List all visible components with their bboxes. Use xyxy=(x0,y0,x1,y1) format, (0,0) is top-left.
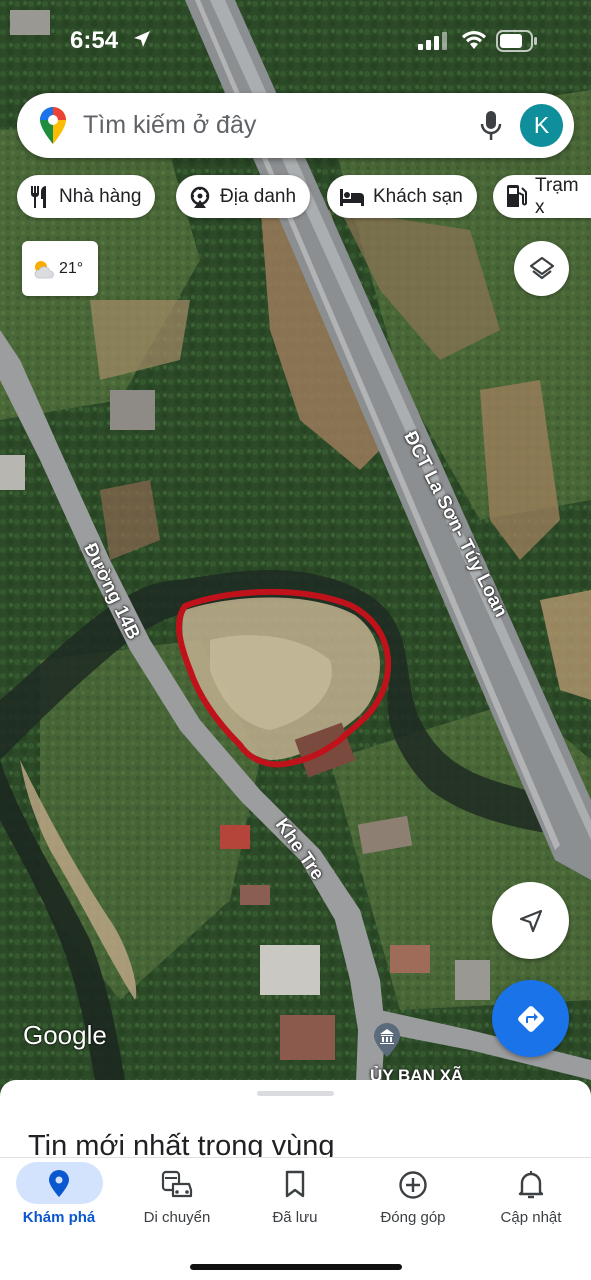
tab-saved[interactable]: Đã lưu xyxy=(236,1158,354,1238)
directions-icon xyxy=(517,1005,544,1032)
my-location-button[interactable] xyxy=(492,882,569,959)
navigation-arrow-icon xyxy=(519,909,542,932)
search-input[interactable]: Tìm kiếm ở đây xyxy=(83,111,256,140)
google-attribution: Google xyxy=(23,1020,107,1050)
partly-sunny-icon xyxy=(34,260,54,278)
microphone-icon[interactable] xyxy=(479,110,503,142)
tab-commute[interactable]: Di chuyển xyxy=(118,1158,236,1238)
gas-station-icon xyxy=(505,184,527,209)
chip-restaurants[interactable]: Nhà hàng xyxy=(17,175,156,218)
commute-icon xyxy=(161,1170,193,1198)
bed-icon xyxy=(339,187,365,207)
chip-label: Trạm x xyxy=(535,174,579,218)
bottom-sheet[interactable]: Tin mới nhất trong vùng xyxy=(0,1080,591,1160)
tab-label: Đóng góp xyxy=(380,1209,446,1226)
landmark-icon xyxy=(188,185,212,209)
chip-label: Khách sạn xyxy=(373,185,463,207)
location-arrow-icon xyxy=(134,31,150,47)
layers-icon xyxy=(529,256,554,279)
chip-label: Địa danh xyxy=(220,185,297,207)
sheet-title: Tin mới nhất trong vùng xyxy=(28,1130,335,1160)
weather-temperature: 21° xyxy=(59,259,84,277)
status-bar: 6:54 xyxy=(0,0,591,80)
tab-updates[interactable]: Cập nhật xyxy=(472,1158,590,1238)
directions-button[interactable] xyxy=(492,980,569,1057)
tab-contribute[interactable]: Đóng góp xyxy=(354,1158,472,1238)
status-time: 6:54 xyxy=(70,27,119,54)
tab-label: Đã lưu xyxy=(272,1209,318,1226)
location-pin-icon xyxy=(49,1170,69,1197)
sheet-drag-handle[interactable] xyxy=(257,1091,334,1096)
chip-hotels[interactable]: Khách sạn xyxy=(327,175,477,218)
chip-landmarks[interactable]: Địa danh xyxy=(176,175,311,218)
layers-button[interactable] xyxy=(514,241,569,296)
search-bar[interactable]: Tìm kiếm ở đây K xyxy=(17,93,574,158)
add-circle-icon xyxy=(399,1171,427,1199)
bell-icon xyxy=(518,1171,544,1199)
wifi-icon xyxy=(462,31,486,49)
chip-gas-stations[interactable]: Trạm x xyxy=(493,175,591,218)
battery-icon xyxy=(496,30,537,52)
cellular-signal-icon xyxy=(418,32,447,50)
fork-knife-icon xyxy=(29,185,51,209)
tab-explore[interactable]: Khám phá xyxy=(0,1158,118,1238)
weather-widget[interactable]: 21° xyxy=(22,241,98,296)
google-maps-pin-icon xyxy=(40,107,66,144)
chip-label: Nhà hàng xyxy=(59,185,142,207)
avatar[interactable]: K xyxy=(520,104,563,147)
tab-label: Cập nhật xyxy=(500,1209,562,1226)
tab-label: Di chuyển xyxy=(143,1209,211,1226)
bottom-navigation: Khám phá Di chuyển Đã lưu Đóng góp Cập n… xyxy=(0,1157,591,1280)
bookmark-icon xyxy=(285,1170,305,1198)
home-indicator xyxy=(190,1264,402,1270)
tab-label: Khám phá xyxy=(22,1209,96,1226)
